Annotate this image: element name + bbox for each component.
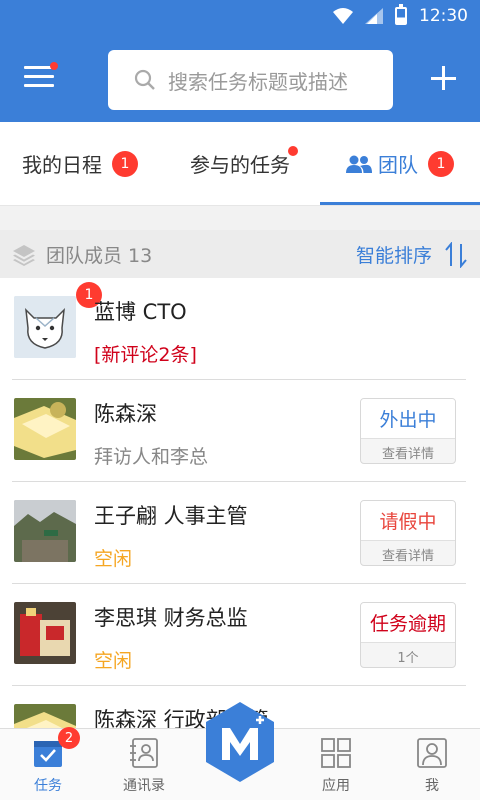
status-card-leave[interactable]: 请假中 查看详情 (360, 500, 456, 566)
tab-notification-dot (288, 146, 298, 156)
signal-icon (365, 8, 383, 24)
apps-grid-icon (321, 738, 351, 768)
avatar (14, 398, 76, 460)
search-placeholder: 搜索任务标题或描述 (168, 69, 348, 94)
nav-label: 我 (425, 778, 439, 794)
add-task-button[interactable] (430, 64, 458, 92)
member-name: 陈森深 (94, 402, 157, 426)
avatar (14, 602, 76, 664)
contacts-icon (130, 738, 158, 768)
layers-icon (13, 245, 35, 266)
nav-apps[interactable]: 应用 (288, 729, 384, 800)
tab-participated-tasks[interactable]: 参与的任务 (160, 122, 320, 205)
member-subtitle: 拜访人和李总 (94, 446, 209, 468)
nav-me[interactable]: 我 (384, 729, 480, 800)
menu-notification-dot (50, 62, 58, 70)
member-name: 蓝博 CTO (94, 300, 187, 324)
member-subtitle: [新评论2条] (94, 344, 197, 366)
menu-button[interactable] (24, 62, 58, 90)
nav-label: 应用 (322, 778, 350, 794)
nav-badge: 2 (58, 727, 80, 749)
status-label: 任务逾期 (361, 603, 455, 643)
nav-tasks[interactable]: 2 任务 (0, 727, 96, 800)
team-section-header: 团队成员 13 智能排序 (0, 230, 480, 278)
status-time: 12:30 (419, 6, 468, 26)
member-subtitle: 空闲 (94, 548, 133, 570)
status-label: 请假中 (361, 501, 455, 541)
list-item[interactable]: 1 蓝博 CTO [新评论2条] (0, 278, 480, 380)
battery-icon (395, 4, 407, 25)
tab-badge: 1 (428, 150, 454, 177)
tab-my-schedule[interactable]: 我的日程 1 (0, 122, 160, 205)
status-card-overdue[interactable]: 任务逾期 1个 (360, 602, 456, 668)
member-name: 李思琪 财务总监 (94, 606, 248, 630)
view-details-link: 查看详情 (381, 548, 434, 564)
view-details-link: 查看详情 (381, 446, 434, 462)
member-subtitle: 空闲 (94, 650, 133, 672)
list-item[interactable]: 李思琪 财务总监 空闲 任务逾期 1个 (0, 584, 480, 686)
nav-label: 任务 (34, 778, 62, 794)
member-list: 1 蓝博 CTO [新评论2条] 陈森深 拜访人和李总 外出中 查看详情 王子翩… (0, 278, 480, 728)
app-logo-icon[interactable] (204, 700, 276, 784)
tab-label: 我的日程 (22, 153, 102, 177)
tab-label: 团队 (378, 153, 418, 177)
status-card-out[interactable]: 外出中 查看详情 (360, 398, 456, 464)
search-input[interactable]: 搜索任务标题或描述 (108, 50, 393, 110)
avatar (14, 704, 76, 728)
nav-contacts[interactable]: 通讯录 (96, 729, 192, 800)
team-member-count: 团队成员 13 (46, 245, 153, 267)
nav-label: 通讯录 (123, 778, 165, 794)
overdue-count: 1个 (397, 650, 419, 666)
tab-badge: 1 (112, 150, 138, 177)
profile-icon (417, 738, 447, 768)
smart-sort-button[interactable]: 智能排序 (356, 241, 432, 268)
status-bar: 12:30 (0, 0, 480, 36)
app-bar: 搜索任务标题或描述 (0, 36, 480, 122)
avatar (14, 500, 76, 562)
avatar (14, 296, 76, 358)
team-icon (346, 155, 372, 173)
wifi-icon (333, 8, 353, 24)
list-item[interactable]: 王子翩 人事主管 空闲 请假中 查看详情 (0, 482, 480, 584)
tab-label: 参与的任务 (190, 153, 290, 177)
status-label: 外出中 (361, 399, 455, 439)
tab-team[interactable]: 团队 1 (320, 122, 480, 205)
member-name: 王子翩 人事主管 (94, 504, 248, 528)
sort-icon[interactable] (444, 242, 468, 268)
list-item[interactable]: 陈森深 拜访人和李总 外出中 查看详情 (0, 380, 480, 482)
search-icon (134, 69, 155, 90)
tab-bar: 我的日程 1 参与的任务 团队 1 (0, 122, 480, 206)
